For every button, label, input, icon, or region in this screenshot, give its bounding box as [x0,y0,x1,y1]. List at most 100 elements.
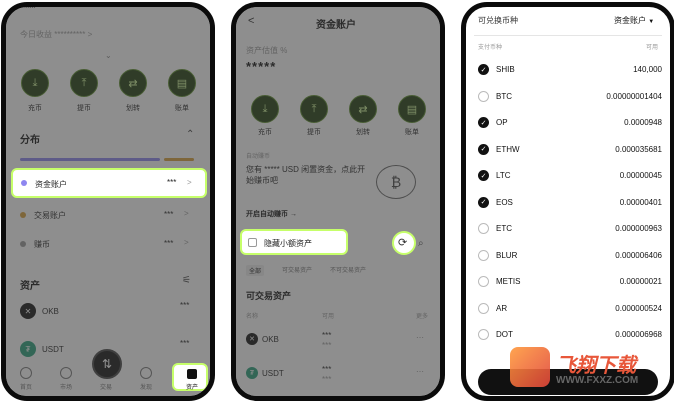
coin-checkbox-dot[interactable] [478,329,489,340]
chevron-right-icon: > [87,30,93,39]
coin-symbol: ETC [496,224,512,233]
trading-account-value: *** [164,210,174,219]
coin-checkbox-shib[interactable]: ✓ [478,64,489,75]
swap-icon: ⇅ [101,357,113,371]
enable-auto-earn-link[interactable]: 开启自动赚币 → [246,209,297,219]
download-icon: ⤓ [32,76,38,89]
trading-account-label: 交易账户 [34,211,66,220]
withdraw-button[interactable]: ⤒ [70,69,98,97]
trade-button[interactable]: ⇅ [92,349,122,379]
coin-symbol: BTC [496,91,512,101]
transfer-icon: ⇄ [128,77,138,90]
hide-small-assets-toggle[interactable]: 隐藏小额资产 [240,229,348,255]
earn-dot [20,241,26,247]
discover-icon[interactable] [140,367,152,379]
bill-label: 账单 [405,129,419,136]
transfer-button[interactable]: ⇄ [349,95,377,123]
valuation-value: ***** [246,59,277,74]
tradeable-title: 可交易资产 [246,291,292,301]
valuation-unit: % [280,46,288,55]
coin-amount: 0.0000948 [624,118,662,127]
filter-tradeable[interactable]: 可交易资产 [282,265,312,274]
coin-symbol: ETHW [496,144,520,154]
watermark-url: WWW.FXXZ.COM [556,375,639,386]
okb-available-sub: *** [322,341,332,350]
coin-symbol: LTC [496,171,511,180]
settings-sliders-icon[interactable]: ⚟ [182,275,191,286]
deposit-button[interactable]: ⤓ [21,69,49,97]
coin-checkbox-etc[interactable] [478,223,489,234]
transfer-label: 划转 [356,129,370,136]
screenshot-canvas: **** 今日收益 ********** > ⌄ ⤓ 充币 ⤒ 提币 ⇄ 划转 … [0,0,674,403]
page-title: 资金账户 [316,20,356,31]
upload-icon: ⤒ [311,102,317,115]
coin-amount: 0.000006406 [615,250,662,260]
search-icon[interactable]: ⌕ [418,238,424,249]
usdt-more-icon[interactable]: ⋯ [416,367,424,376]
bill-button[interactable]: ▤ [168,69,196,97]
transfer-icon: ⇄ [358,103,368,116]
okb-more-icon[interactable]: ⋯ [416,333,424,342]
funding-account-label: 资金账户 [35,180,67,189]
bill-label: 账单 [175,105,189,112]
funding-account-row[interactable]: 资金账户 *** > [11,168,207,198]
distribution-title: 分布 [20,135,40,146]
convert-icon: ⟳ [398,237,408,249]
upload-icon: ⤒ [81,76,87,89]
filter-non-tradeable[interactable]: 不可交易资产 [330,265,366,274]
funding-account-arrow: > [187,178,192,187]
coin-checkbox-ethw[interactable]: ✓ [478,143,489,155]
account-selector[interactable]: 资金账户 ▼ [614,15,654,26]
coin-checkbox-op[interactable]: ✓ [478,117,489,128]
coin-symbol: EOS [496,197,513,207]
transfer-label: 划转 [126,105,140,112]
withdraw-label: 提币 [307,129,321,136]
assets-title: 资产 [20,281,40,292]
nav-assets-label: 资产 [186,385,199,391]
back-button[interactable]: < [248,15,254,27]
nav-assets-tab[interactable]: 资产 [172,363,208,391]
trading-account-arrow[interactable]: > [184,209,189,218]
coin-amount: 0.00000045 [619,171,662,180]
coin-checkbox-metis[interactable] [478,276,489,287]
market-icon[interactable] [60,367,72,379]
coin-amount: 0.000006968 [615,330,662,339]
earn-account-arrow[interactable]: > [184,238,189,247]
coin-amount: 140,000 [633,65,662,74]
deposit-label: 充币 [258,129,272,136]
divider [474,35,662,36]
header-top-masked: **** [20,3,36,14]
coin-checkbox-blur[interactable] [478,249,489,261]
okb-logo-icon: ✕ [20,303,36,319]
promo-text-line1: 您有 ***** USD 闲置资金，点此开 [246,165,366,174]
today-earnings[interactable]: 今日收益 ********** > [20,29,92,40]
coin-symbol: METIS [496,277,521,286]
transfer-button[interactable]: ⇄ [119,69,147,97]
coin-symbol: BLUR [496,250,518,260]
chevron-up-icon[interactable]: ⌃ [186,129,194,140]
watermark-logo: 飞翔下载 WWW.FXXZ.COM [510,343,660,396]
coin-checkbox-eos[interactable]: ✓ [478,196,489,208]
coin-checkbox-btc[interactable] [478,90,489,102]
phone-funding-account: < 资金账户 资产估值 % ***** ⤓ 充币 ⤒ 提币 ⇄ 划转 ▤ 账单 … [231,2,445,401]
usdt-available-sub: *** [322,375,332,384]
col-more: 更多 [416,314,429,320]
convert-small-assets-button[interactable]: ⟳ [392,231,416,255]
coin-amount: 0.000000963 [615,224,662,233]
filter-all[interactable]: 全部 [246,265,265,276]
coin-amount: 0.000035681 [615,144,662,154]
chevron-down-icon[interactable]: ⌄ [105,51,112,60]
coin-checkbox-ltc[interactable]: ✓ [478,170,489,181]
coin-checkbox-ar[interactable] [478,302,489,314]
watermark-badge-icon [510,347,550,387]
deposit-button[interactable]: ⤓ [251,95,279,123]
convertible-coins-label: 可兑换币种 [478,16,518,25]
download-icon: ⤓ [262,102,268,115]
home-icon[interactable] [20,367,32,379]
bill-button[interactable]: ▤ [398,95,426,123]
nav-home-label: 首页 [20,385,33,391]
wallet-icon [187,369,197,379]
okb-available: *** [322,331,332,340]
promo-text-line2: 始赚币吧 [246,176,278,185]
withdraw-button[interactable]: ⤒ [300,95,328,123]
